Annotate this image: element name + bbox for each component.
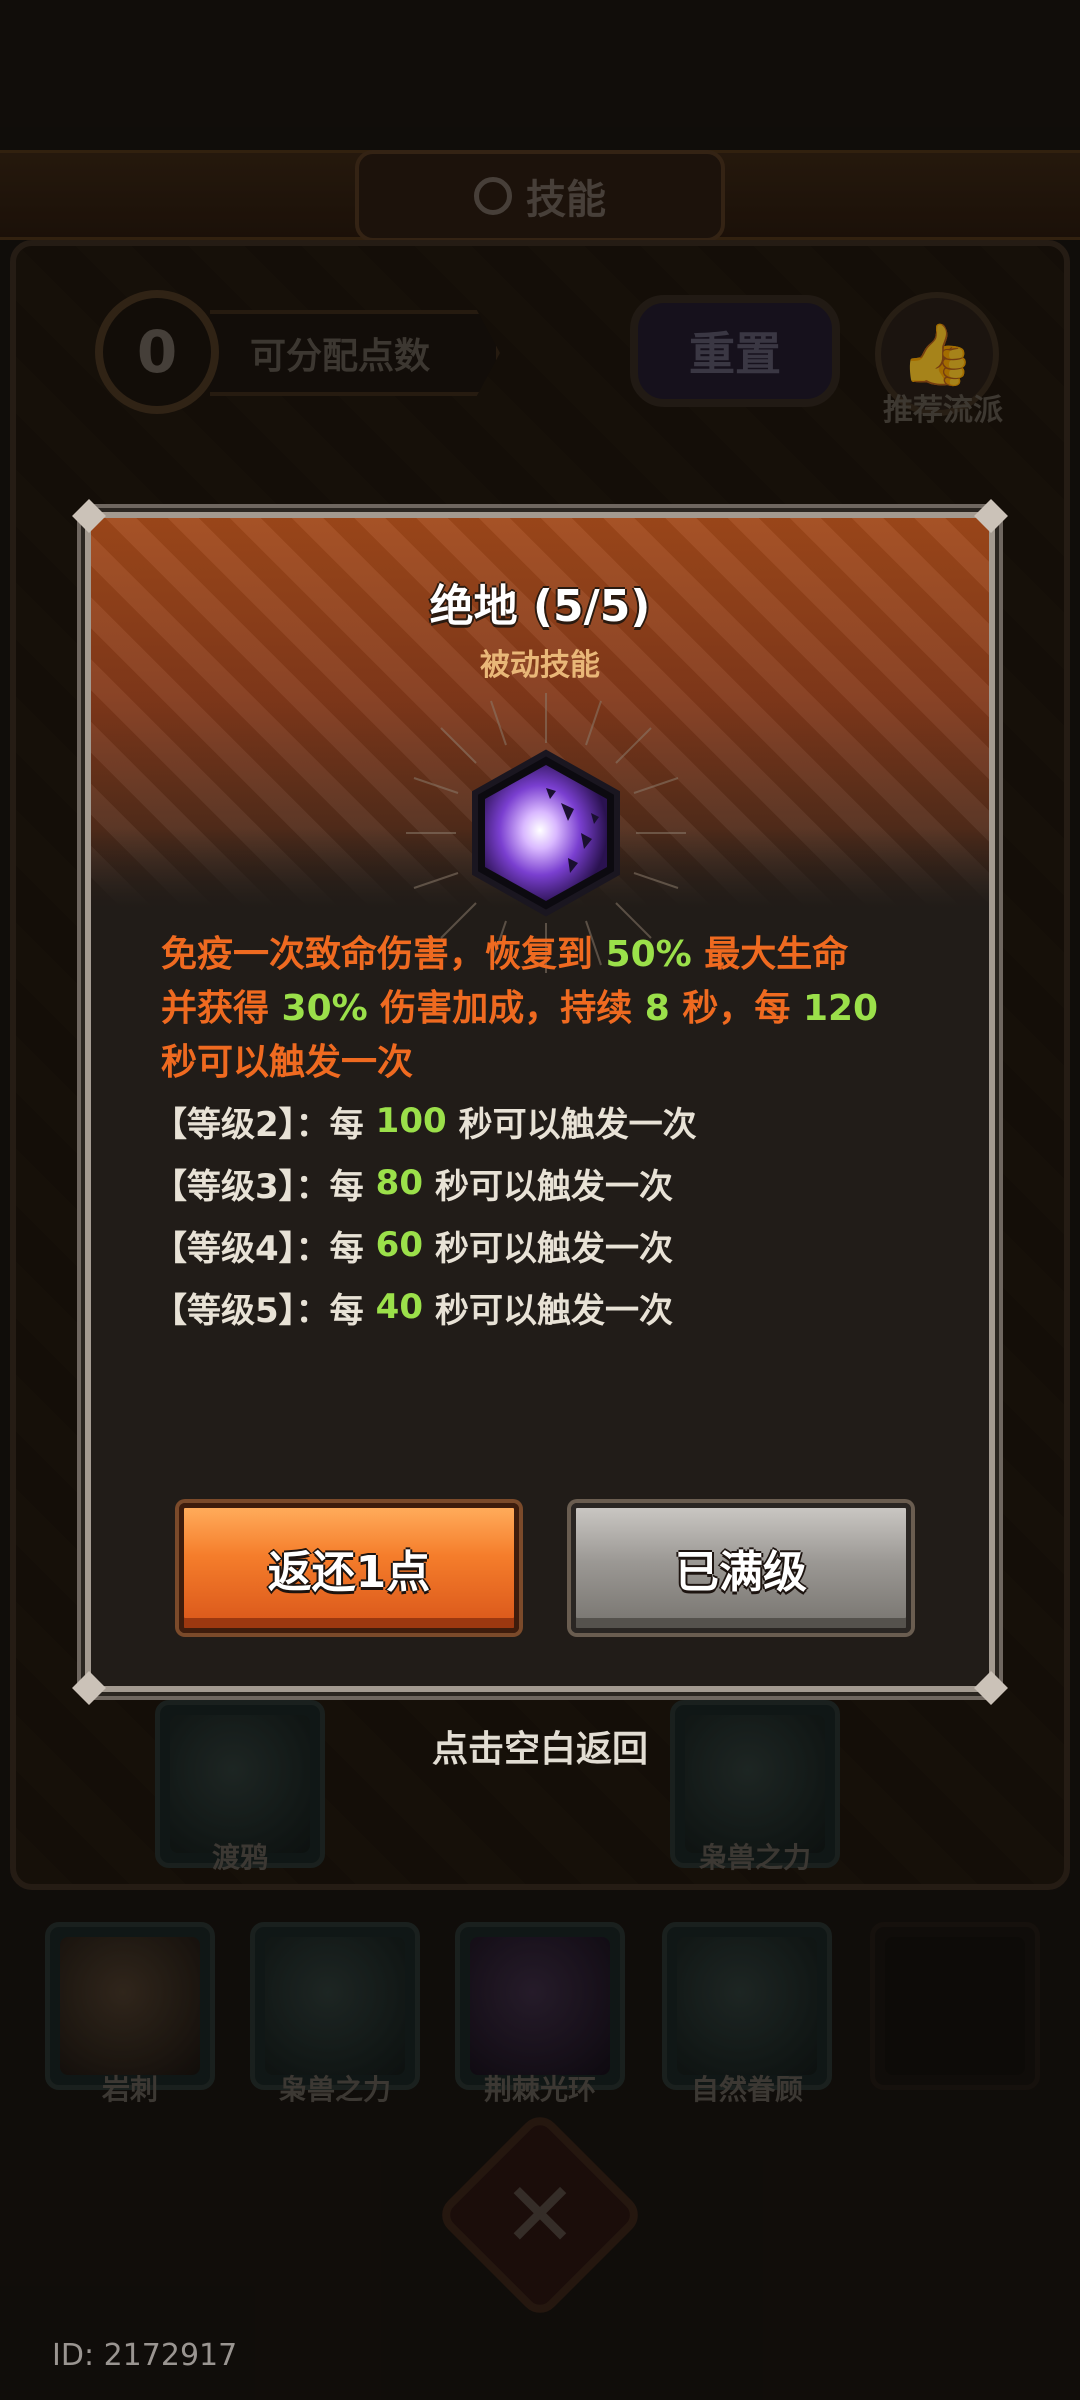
level-row: 【等级3】：每 80 秒可以触发一次 [153, 1152, 933, 1214]
level-suffix: 秒可以触发一次 [435, 1166, 673, 1207]
skill-type: 被动技能 [480, 648, 600, 683]
level-row: 【等级2】：每 100 秒可以触发一次 [153, 1090, 933, 1152]
level-suffix: 秒可以触发一次 [435, 1228, 673, 1269]
desc-value: 120 [802, 988, 879, 1029]
desc-value: 30% [281, 988, 368, 1029]
level-row: 【等级4】：每 60 秒可以触发一次 [153, 1214, 933, 1276]
level-value: 80 [375, 1163, 423, 1203]
level-suffix: 秒可以触发一次 [458, 1104, 697, 1145]
level-label: 【等级5】：每 [153, 1290, 364, 1331]
level-value: 100 [375, 1101, 447, 1141]
level-value: 60 [375, 1225, 423, 1265]
level-row: 【等级5】：每 40 秒可以触发一次 [153, 1276, 933, 1338]
skill-description: 免疫一次致命伤害，恢复到 50% 最大生命 并获得 30% 伤害加成，持续 8 … [161, 928, 941, 1090]
level-label: 【等级4】：每 [153, 1228, 364, 1269]
tap-to-close-hint[interactable]: 点击空白返回 [0, 1720, 1080, 1772]
skill-detail-dialog: 绝地 (5/5) 被动技能 免疫一次致命伤害，恢复到 50% 最大生命 并获得 … [72, 499, 1008, 1705]
desc-text: 秒可以触发一次 [161, 1042, 414, 1083]
max-level-button[interactable]: 已满级 [571, 1503, 911, 1633]
desc-text: 秒，每 [669, 988, 803, 1029]
desc-value: 8 [644, 988, 670, 1029]
level-value: 40 [375, 1287, 423, 1327]
refund-point-button[interactable]: 返还1点 [179, 1503, 519, 1633]
level-label: 【等级2】：每 [153, 1104, 364, 1145]
skill-title: 绝地 (5/5) [429, 581, 651, 632]
level-suffix: 秒可以触发一次 [435, 1290, 673, 1331]
desc-value: 50% [605, 934, 692, 975]
desc-text: 最大生命 [691, 934, 849, 975]
desc-text: 并获得 [161, 988, 282, 1029]
player-id: ID: 2172917 [52, 2338, 238, 2373]
desc-text: 伤害加成，持续 [367, 988, 645, 1029]
level-label: 【等级3】：每 [153, 1166, 364, 1207]
level-list: 【等级2】：每 100 秒可以触发一次 【等级3】：每 80 秒可以触发一次 【… [153, 1090, 933, 1338]
desc-text: 免疫一次致命伤害，恢复到 [161, 934, 606, 975]
